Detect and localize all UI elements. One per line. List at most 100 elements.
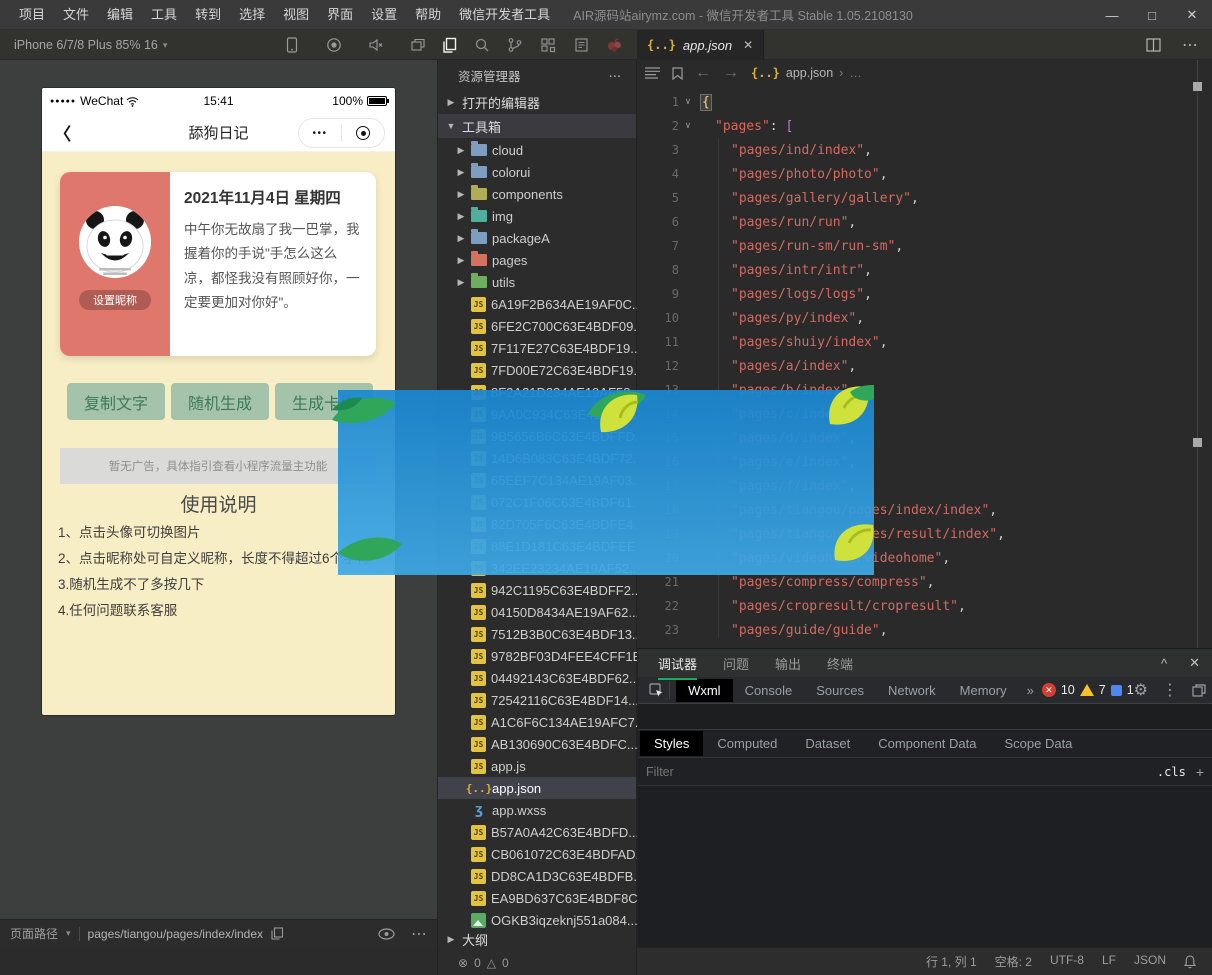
menu-item-转到[interactable]: 转到 [186,0,230,30]
folder-img[interactable]: ▶img [438,205,636,227]
menu-item-编辑[interactable]: 编辑 [98,0,142,30]
file-942C1195C63E4BDFF2...[interactable]: JS942C1195C63E4BDFF2... [438,579,636,601]
file-9782BF03D4FEE4CFF1E...[interactable]: JS9782BF03D4FEE4CFF1E... [438,645,636,667]
footer-more-icon[interactable]: ⋯ [411,924,427,944]
file-AB130690C63E4BDFC...[interactable]: JSAB130690C63E4BDFC... [438,733,636,755]
wxml-tree-area[interactable] [638,704,1212,730]
bookmark-icon[interactable] [672,67,683,80]
file-6A19F2B634AE19AF0C...[interactable]: JS6A19F2B634AE19AF0C... [438,293,636,315]
problems-counter[interactable]: ⊗ 0 △ 0 [438,951,636,975]
file-7F117E27C63E4BDF19...[interactable]: JS7F117E27C63E4BDF19... [438,337,636,359]
file-04150D8434AE19AF62...[interactable]: JS04150D8434AE19AF62... [438,601,636,623]
back-arrow-icon[interactable]: 〈 [54,120,71,145]
menu-item-设置[interactable]: 设置 [362,0,406,30]
tab-network[interactable]: Network [876,679,948,702]
close-panel-icon[interactable]: ✕ [1189,655,1200,671]
folder-packageA[interactable]: ▶packageA [438,227,636,249]
folder-cloud[interactable]: ▶cloud [438,139,636,161]
bell-icon[interactable] [1184,955,1196,969]
record-icon[interactable] [325,36,343,54]
minimize-button[interactable]: — [1092,0,1132,30]
file-72542116C63E4BDF14...[interactable]: JS72542116C63E4BDF14... [438,689,636,711]
explorer-more-icon[interactable]: ⋯ [609,68,623,83]
tab-console[interactable]: Console [733,679,805,702]
section-toolbox[interactable]: ▼ 工具箱 [438,114,636,138]
tab-computed[interactable]: Computed [703,731,791,756]
capsule-menu[interactable]: ••• [298,118,385,148]
styles-filter-input[interactable]: Filter [646,765,1143,779]
tab-dataset[interactable]: Dataset [791,731,864,756]
device-selector[interactable]: iPhone 6/7/8 Plus 85% 16 ▾ [14,30,167,60]
more-actions-icon[interactable]: ⋯ [1182,35,1198,55]
panda-avatar[interactable] [79,206,151,278]
cls-toggle[interactable]: .cls [1157,765,1186,779]
maximize-button[interactable]: □ [1132,0,1172,30]
tab-close-icon[interactable]: ✕ [743,38,753,52]
tab-sources[interactable]: Sources [804,679,876,702]
tab-memory[interactable]: Memory [948,679,1019,702]
file-7512B3B0C63E4BDF13...[interactable]: JS7512B3B0C63E4BDF13... [438,623,636,645]
chevron-down-icon[interactable]: ▾ [66,928,71,939]
mute-icon[interactable] [367,36,385,54]
tab-styles[interactable]: Styles [640,731,703,756]
file-04492143C63E4BDF62...[interactable]: JS04492143C63E4BDF62... [438,667,636,689]
menu-item-选择[interactable]: 选择 [230,0,274,30]
folder-colorui[interactable]: ▶colorui [438,161,636,183]
eye-icon[interactable] [378,928,395,940]
file-CB061072C63E4BDFAD...[interactable]: JSCB061072C63E4BDFAD... [438,843,636,865]
editor-scrollbar[interactable] [1197,60,1198,648]
explorer-files-icon[interactable] [440,36,458,54]
menu-item-项目[interactable]: 项目 [10,0,54,30]
tab-terminal[interactable]: 终端 [827,654,853,673]
rotate-phone-icon[interactable] [283,36,301,54]
layout-grid-icon[interactable] [539,36,557,54]
nav-forward-icon[interactable]: → [723,64,739,82]
menu-item-帮助[interactable]: 帮助 [406,0,450,30]
status-item[interactable]: JSON [1134,953,1166,970]
status-item[interactable]: UTF-8 [1050,953,1084,970]
file-app.js[interactable]: JSapp.js [438,755,636,777]
tab-component-data[interactable]: Component Data [864,731,990,756]
kebab-menu-icon[interactable]: ⋮ [1162,680,1178,700]
split-editor-icon[interactable] [1144,36,1162,54]
menu-item-工具[interactable]: 工具 [142,0,186,30]
file-DD8CA1D3C63E4BDFB...[interactable]: JSDD8CA1D3C63E4BDFB... [438,865,636,887]
add-style-icon[interactable]: + [1196,764,1204,780]
capsule-more-icon[interactable]: ••• [299,128,341,139]
tab-scope-data[interactable]: Scope Data [990,731,1086,756]
floating-image-overlay[interactable] [338,390,874,575]
fold-icon[interactable]: ∨ [679,97,697,107]
set-nickname-button[interactable]: 设置昵称 [79,290,151,310]
folder-pages[interactable]: ▶pages [438,249,636,271]
file-7FD00E72C63E4BDF19...[interactable]: JS7FD00E72C63E4BDF19... [438,359,636,381]
settings-gear-icon[interactable]: ⚙ [1134,680,1148,700]
nav-back-icon[interactable]: ← [695,64,711,82]
more-tabs-icon[interactable]: » [1027,683,1034,698]
file-app.wxss[interactable]: ʒapp.wxss [438,799,636,821]
git-branch-icon[interactable] [506,36,524,54]
status-item[interactable]: 空格: 2 [995,953,1032,970]
search-icon[interactable] [473,36,491,54]
folder-components[interactable]: ▶components [438,183,636,205]
capsule-exit-icon[interactable] [342,126,384,140]
file-doc-icon[interactable] [572,36,590,54]
tab-app-json[interactable]: {..} app.json ✕ [637,30,764,60]
undock-icon[interactable] [1192,684,1206,697]
menu-item-视图[interactable]: 视图 [274,0,318,30]
file-EA9BD637C63E4BDF8C...[interactable]: JSEA9BD637C63E4BDF8C... [438,887,636,909]
page-path-label[interactable]: 页面路径 [10,925,58,942]
breadcrumb[interactable]: {..} app.json › … [751,66,862,80]
berry-icon[interactable] [605,36,623,54]
button-复制文字[interactable]: 复制文字 [67,383,165,420]
file-6FE2C700C63E4BDF09...[interactable]: JS6FE2C700C63E4BDF09... [438,315,636,337]
file-app.json[interactable]: {..}app.json [438,777,636,799]
fold-icon[interactable]: ∨ [679,121,697,131]
menu-item-文件[interactable]: 文件 [54,0,98,30]
menu-item-微信开发者工具[interactable]: 微信开发者工具 [450,0,559,30]
collapse-panel-icon[interactable]: ^ [1161,656,1167,671]
file-A1C6F6C134AE19AFC7...[interactable]: JSA1C6F6C134AE19AFC7... [438,711,636,733]
tab-wxml[interactable]: Wxml [676,679,733,702]
close-button[interactable]: ✕ [1172,0,1212,30]
section-outline[interactable]: ▶ 大纲 [438,927,636,951]
menu-item-界面[interactable]: 界面 [318,0,362,30]
